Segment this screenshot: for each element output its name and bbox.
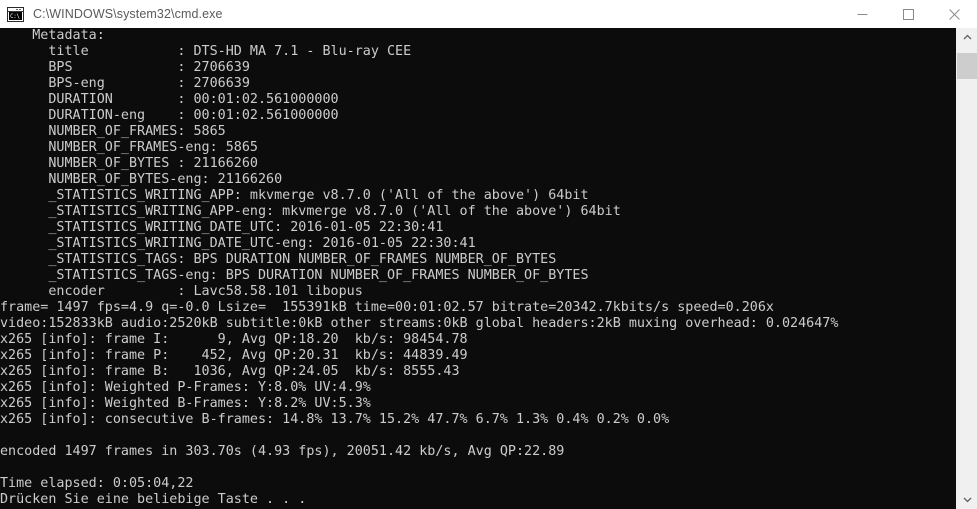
console-line: NUMBER_OF_BYTES : 21166260 — [0, 156, 258, 172]
console-line: _STATISTICS_WRITING_DATE_UTC: 2016-01-05… — [0, 220, 444, 236]
scrollbar-thumb[interactable] — [957, 53, 977, 79]
console-line: x265 [info]: frame B: 1036, Avg QP:24.05… — [0, 364, 460, 380]
maximize-button[interactable] — [885, 0, 931, 28]
console-line: x265 [info]: consecutive B-frames: 14.8%… — [0, 412, 670, 428]
console-line: NUMBER_OF_FRAMES: 5865 — [0, 124, 226, 140]
close-icon — [948, 8, 960, 20]
scrollbar-up-button[interactable] — [957, 28, 977, 47]
console-line: x265 [info]: frame I: 9, Avg QP:18.20 kb… — [0, 332, 468, 348]
minimize-button[interactable] — [839, 0, 885, 28]
scrollbar-down-button[interactable] — [957, 490, 977, 509]
console-line: NUMBER_OF_FRAMES-eng: 5865 — [0, 140, 258, 156]
title-bar[interactable]: C:\ C:\WINDOWS\system32\cmd.exe — [0, 0, 977, 28]
console-area: Metadata: title : DTS-HD MA 7.1 - Blu-ra… — [0, 28, 977, 509]
cmd-window: C:\ C:\WINDOWS\system32\cmd.exe Metadata… — [0, 0, 977, 509]
console-line: DURATION : 00:01:02.561000000 — [0, 92, 339, 108]
chevron-up-icon — [963, 34, 971, 40]
cmd-console-icon: C:\ — [7, 6, 24, 22]
console-line: BPS : 2706639 — [0, 60, 250, 76]
scrollbar-track[interactable] — [957, 47, 977, 490]
title-bar-left: C:\ C:\WINDOWS\system32\cmd.exe — [0, 6, 839, 22]
chevron-down-icon — [963, 497, 971, 503]
console-line: x265 [info]: Weighted P-Frames: Y:8.0% U… — [0, 380, 371, 396]
window-title: C:\WINDOWS\system32\cmd.exe — [33, 7, 223, 21]
console-line: Drücken Sie eine beliebige Taste . . . — [0, 492, 307, 508]
minimize-icon — [857, 13, 867, 15]
console-line: Time elapsed: 0:05:04,22 — [0, 476, 194, 492]
console-output[interactable]: Metadata: title : DTS-HD MA 7.1 - Blu-ra… — [0, 28, 956, 509]
console-line: _STATISTICS_WRITING_APP: mkvmerge v8.7.0… — [0, 188, 589, 204]
console-line: frame= 1497 fps=4.9 q=-0.0 Lsize= 155391… — [0, 300, 774, 316]
console-line: encoder : Lavc58.58.101 libopus — [0, 284, 363, 300]
console-line: _STATISTICS_TAGS-eng: BPS DURATION NUMBE… — [0, 268, 589, 284]
window-controls — [839, 0, 977, 28]
icon-dot-two — [19, 8, 21, 10]
console-line: video:152833kB audio:2520kB subtitle:0kB… — [0, 316, 839, 332]
icon-prompt-text: C:\ — [9, 11, 22, 20]
maximize-icon — [902, 8, 914, 20]
console-line: x265 [info]: Weighted B-Frames: Y:8.2% U… — [0, 396, 371, 412]
console-line: _STATISTICS_WRITING_APP-eng: mkvmerge v8… — [0, 204, 621, 220]
console-line: DURATION-eng : 00:01:02.561000000 — [0, 108, 339, 124]
console-line: title : DTS-HD MA 7.1 - Blu-ray CEE — [0, 44, 412, 60]
console-line: x265 [info]: frame P: 452, Avg QP:20.31 … — [0, 348, 468, 364]
console-line: NUMBER_OF_BYTES-eng: 21166260 — [0, 172, 283, 188]
console-line: Metadata: — [0, 28, 105, 43]
vertical-scrollbar[interactable] — [956, 28, 977, 509]
console-line: _STATISTICS_TAGS: BPS DURATION NUMBER_OF… — [0, 252, 557, 268]
console-line: BPS-eng : 2706639 — [0, 76, 250, 92]
close-button[interactable] — [931, 0, 977, 28]
console-line: encoded 1497 frames in 303.70s (4.93 fps… — [0, 444, 565, 460]
console-line: _STATISTICS_WRITING_DATE_UTC-eng: 2016-0… — [0, 236, 476, 252]
icon-dot-one — [16, 8, 18, 10]
